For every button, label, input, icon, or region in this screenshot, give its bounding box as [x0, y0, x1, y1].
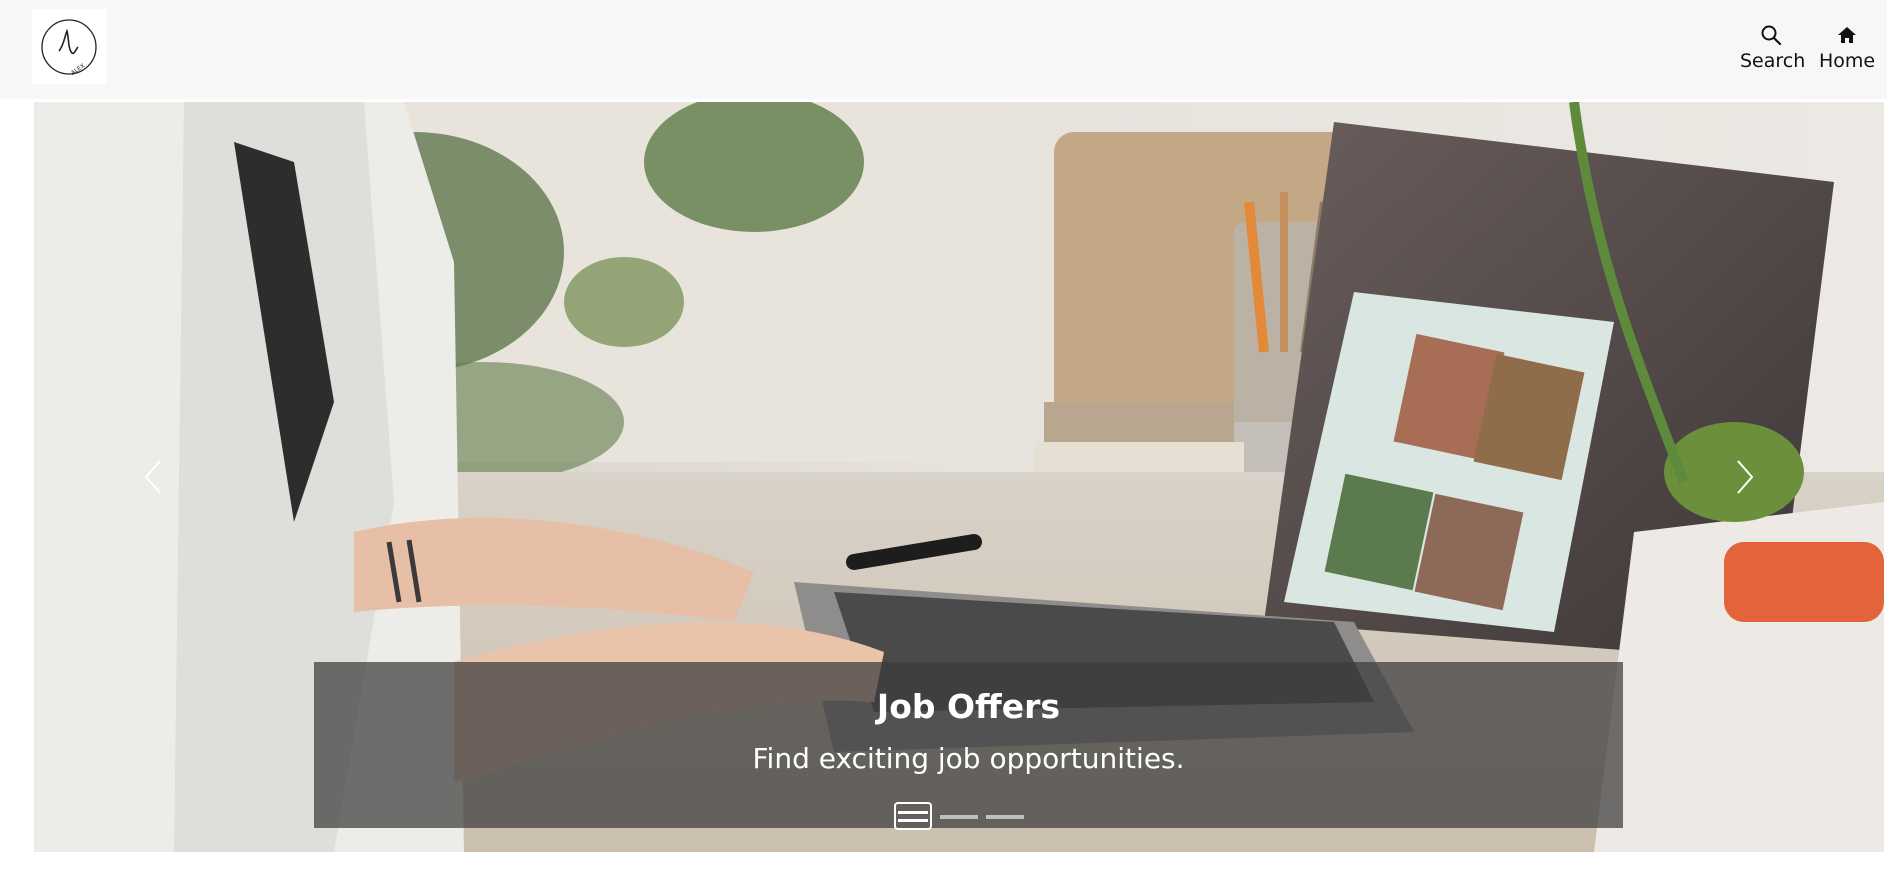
slide-title: Job Offers	[876, 687, 1061, 726]
carousel-next-button[interactable]	[1714, 442, 1774, 512]
nav-search-label: Search	[1740, 50, 1806, 72]
chevron-left-icon	[144, 460, 161, 494]
navbar: ALEX Search Home	[0, 0, 1887, 99]
nav-search-link[interactable]: Search	[1740, 24, 1806, 72]
home-icon	[1838, 27, 1856, 43]
hero-carousel: Job Offers Find exciting job opportuniti…	[34, 102, 1884, 852]
chevron-right-icon	[1737, 460, 1754, 494]
carousel-indicator-1[interactable]	[894, 802, 932, 830]
search-icon	[1761, 25, 1782, 46]
carousel-indicator-3[interactable]	[986, 815, 1024, 819]
carousel-indicator-2[interactable]	[940, 815, 978, 819]
logo-wordmark: ALEX	[70, 62, 87, 77]
nav-home-link[interactable]: Home	[1818, 24, 1876, 72]
slide-text: Find exciting job opportunities.	[752, 742, 1185, 775]
carousel-prev-button[interactable]	[124, 442, 184, 512]
brand-logo[interactable]: ALEX	[32, 9, 107, 84]
logo-mark: ALEX	[41, 19, 97, 77]
carousel-indicators	[34, 802, 1884, 836]
nav-home-label: Home	[1818, 50, 1876, 72]
